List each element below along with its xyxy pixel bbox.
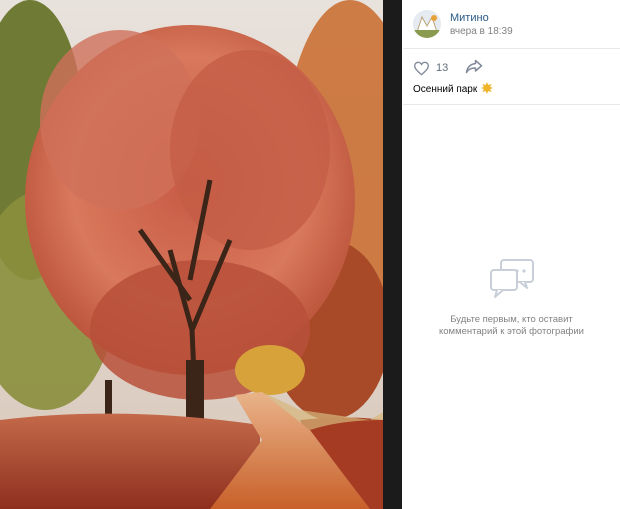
- like-button[interactable]: 13: [413, 58, 448, 78]
- empty-line-2: комментарий к этой фотографии: [439, 326, 584, 337]
- photo-autumn-park[interactable]: [0, 0, 383, 509]
- header-divider: [403, 48, 620, 49]
- community-avatar[interactable]: [413, 10, 441, 38]
- maple-leaf-icon: [481, 82, 494, 97]
- avatar-logo-icon: [413, 10, 441, 38]
- share-arrow-icon: [465, 59, 483, 74]
- comments-empty-text: Будьте первым, кто оставит комментарий к…: [403, 314, 620, 338]
- share-button[interactable]: [465, 59, 483, 79]
- post-caption: Осенний парк: [413, 82, 494, 97]
- post-actions: 13: [413, 58, 613, 78]
- author-name-link[interactable]: Митино: [450, 12, 489, 24]
- empty-line-1: Будьте первым, кто оставит: [450, 314, 573, 325]
- likes-count: 13: [436, 62, 449, 74]
- caption-divider: [403, 104, 620, 105]
- comments-icon: [489, 259, 534, 298]
- caption-text: Осенний парк: [413, 84, 478, 95]
- photo-viewer: Митино вчера в 18:39 13 Осенний парк Буд…: [0, 0, 620, 509]
- comments-empty-state: Будьте первым, кто оставит комментарий к…: [403, 258, 620, 338]
- photo-area: [0, 0, 402, 509]
- post-header: Митино вчера в 18:39: [403, 0, 620, 48]
- post-timestamp[interactable]: вчера в 18:39: [450, 26, 513, 37]
- heart-outline-icon: [413, 61, 430, 76]
- info-panel: Митино вчера в 18:39 13 Осенний парк Буд…: [403, 0, 620, 509]
